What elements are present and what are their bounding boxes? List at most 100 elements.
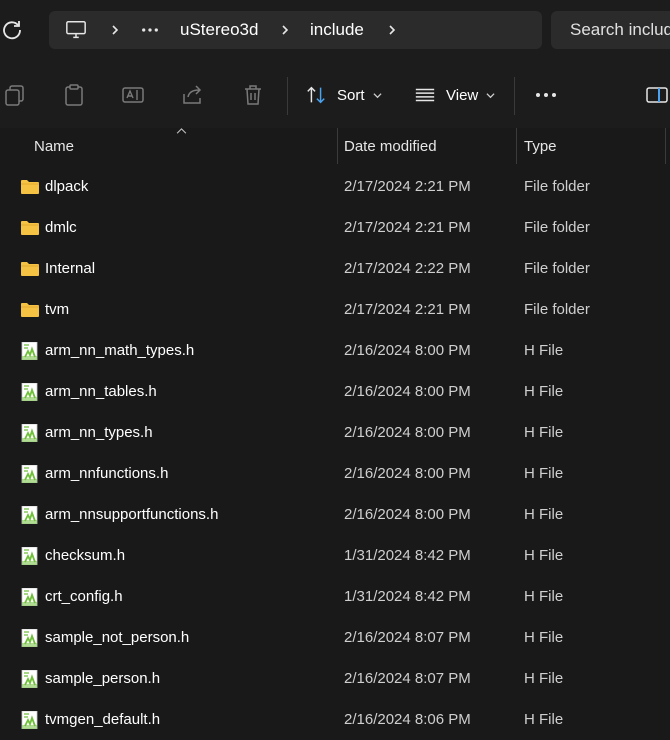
- file-row[interactable]: arm_nn_tables.h 2/16/2024 8:00 PM H File: [0, 371, 670, 412]
- file-row[interactable]: sample_person.h 2/16/2024 8:07 PM H File: [0, 658, 670, 699]
- file-row[interactable]: arm_nn_math_types.h 2/16/2024 8:00 PM H Fi…: [0, 330, 670, 371]
- column-divider[interactable]: [665, 128, 666, 164]
- more-locations-icon[interactable]: [141, 27, 159, 33]
- column-header-type[interactable]: Type: [524, 128, 557, 164]
- file-row[interactable]: crt_config.h 1/31/2024 8:42 PM H File: [0, 576, 670, 617]
- column-divider[interactable]: [516, 128, 517, 164]
- file-name: arm_nnfunctions.h: [45, 465, 169, 482]
- file-name: arm_nn_types.h: [45, 424, 153, 441]
- file-row[interactable]: arm_nnfunctions.h 2/16/2024 8:00 PM H File: [0, 453, 670, 494]
- column-header-name[interactable]: Name: [34, 128, 74, 164]
- file-name: dmlc: [45, 219, 77, 236]
- refresh-icon[interactable]: [0, 18, 24, 42]
- delete-icon[interactable]: [240, 82, 266, 108]
- file-type: H File: [524, 547, 564, 564]
- header-file-icon: [20, 628, 40, 648]
- file-date-modified: 2/16/2024 8:00 PM: [344, 383, 471, 400]
- column-header: Name Date modified Type: [0, 128, 670, 164]
- file-date-modified: 2/17/2024 2:22 PM: [344, 260, 471, 277]
- address-bar-region: uStereo3d include Search includ: [0, 0, 670, 62]
- file-date-modified: 2/17/2024 2:21 PM: [344, 219, 471, 236]
- sort-icon: [307, 86, 325, 104]
- file-row[interactable]: arm_nn_types.h 2/16/2024 8:00 PM H File: [0, 412, 670, 453]
- file-row[interactable]: tvm 2/17/2024 2:21 PM File folder: [0, 289, 670, 330]
- chevron-right-icon[interactable]: [109, 24, 121, 36]
- file-date-modified: 2/16/2024 8:06 PM: [344, 711, 471, 728]
- header-file-icon: [20, 382, 40, 402]
- header-file-icon: [20, 546, 40, 566]
- file-row[interactable]: checksum.h 1/31/2024 8:42 PM H File: [0, 535, 670, 576]
- file-type: H File: [524, 588, 564, 605]
- header-file-icon: [20, 587, 40, 607]
- breadcrumb-item-include[interactable]: include: [310, 11, 364, 49]
- chevron-right-icon[interactable]: [386, 24, 398, 36]
- more-options-icon[interactable]: [533, 82, 559, 108]
- file-name: Internal: [45, 260, 96, 277]
- file-type: H File: [524, 342, 564, 359]
- file-date-modified: 2/16/2024 8:00 PM: [344, 424, 471, 441]
- file-name: tvmgen_default.h: [45, 711, 161, 728]
- header-file-icon: [20, 341, 40, 361]
- file-type: File folder: [524, 219, 590, 236]
- share-icon[interactable]: [180, 82, 206, 108]
- file-date-modified: 2/16/2024 8:00 PM: [344, 465, 471, 482]
- details-pane-icon[interactable]: [644, 82, 670, 108]
- breadcrumb-item-ustereo3d[interactable]: uStereo3d: [180, 11, 258, 49]
- search-input[interactable]: Search includ: [551, 11, 670, 49]
- rename-icon[interactable]: [120, 82, 146, 108]
- paste-icon[interactable]: [61, 82, 87, 108]
- toolbar-separator: [287, 77, 288, 115]
- file-name: tvm: [45, 301, 70, 318]
- file-name: arm_nn_math_types.h: [45, 342, 195, 359]
- breadcrumb[interactable]: uStereo3d include: [49, 11, 542, 49]
- this-pc-icon[interactable]: [65, 19, 87, 41]
- file-type: File folder: [524, 260, 590, 277]
- file-row[interactable]: tvmgen_default.h 2/16/2024 8:06 PM H File: [0, 699, 670, 740]
- header-file-icon: [20, 423, 40, 443]
- header-file-icon: [20, 464, 40, 484]
- file-row[interactable]: arm_nnsupportfunctions.h 2/16/2024 8:00 P…: [0, 494, 670, 535]
- sort-ascending-indicator-icon: [176, 128, 187, 134]
- chevron-down-icon: [486, 92, 495, 98]
- file-row[interactable]: Internal 2/17/2024 2:22 PM File folder: [0, 248, 670, 289]
- file-date-modified: 2/17/2024 2:21 PM: [344, 301, 471, 318]
- folder-icon: [20, 178, 40, 196]
- file-name: checksum.h: [45, 547, 126, 564]
- file-name: arm_nnsupportfunctions.h: [45, 506, 219, 523]
- column-divider[interactable]: [337, 128, 338, 164]
- file-date-modified: 2/16/2024 8:07 PM: [344, 670, 471, 687]
- view-icon: [415, 88, 435, 102]
- command-toolbar: Sort View: [0, 62, 670, 128]
- file-type: File folder: [524, 301, 590, 318]
- file-type: H File: [524, 506, 564, 523]
- file-date-modified: 1/31/2024 8:42 PM: [344, 588, 471, 605]
- file-date-modified: 2/17/2024 2:21 PM: [344, 178, 471, 195]
- file-date-modified: 2/16/2024 8:00 PM: [344, 342, 471, 359]
- sort-label: Sort: [337, 86, 365, 104]
- file-row[interactable]: dlpack 2/17/2024 2:21 PM File folder: [0, 166, 670, 207]
- header-file-icon: [20, 669, 40, 689]
- copy-icon[interactable]: [2, 82, 28, 108]
- folder-icon: [20, 260, 40, 278]
- file-type: H File: [524, 424, 564, 441]
- file-type: H File: [524, 629, 564, 646]
- file-name: arm_nn_tables.h: [45, 383, 157, 400]
- file-date-modified: 2/16/2024 8:07 PM: [344, 629, 471, 646]
- file-name: dlpack: [45, 178, 89, 195]
- column-header-date-modified[interactable]: Date modified: [344, 128, 437, 164]
- toolbar-separator: [514, 77, 515, 115]
- file-date-modified: 1/31/2024 8:42 PM: [344, 547, 471, 564]
- file-name: sample_person.h: [45, 670, 161, 687]
- sort-button[interactable]: Sort: [305, 81, 382, 109]
- file-row[interactable]: sample_not_person.h 2/16/2024 8:07 PM H Fi…: [0, 617, 670, 658]
- view-label: View: [446, 86, 479, 104]
- folder-icon: [20, 301, 40, 319]
- header-file-icon: [20, 710, 40, 730]
- file-type: H File: [524, 465, 564, 482]
- file-name: sample_not_person.h: [45, 629, 190, 646]
- header-file-icon: [20, 505, 40, 525]
- file-row[interactable]: dmlc 2/17/2024 2:21 PM File folder: [0, 207, 670, 248]
- view-button[interactable]: View: [414, 81, 495, 109]
- chevron-right-icon[interactable]: [279, 24, 291, 36]
- folder-icon: [20, 219, 40, 237]
